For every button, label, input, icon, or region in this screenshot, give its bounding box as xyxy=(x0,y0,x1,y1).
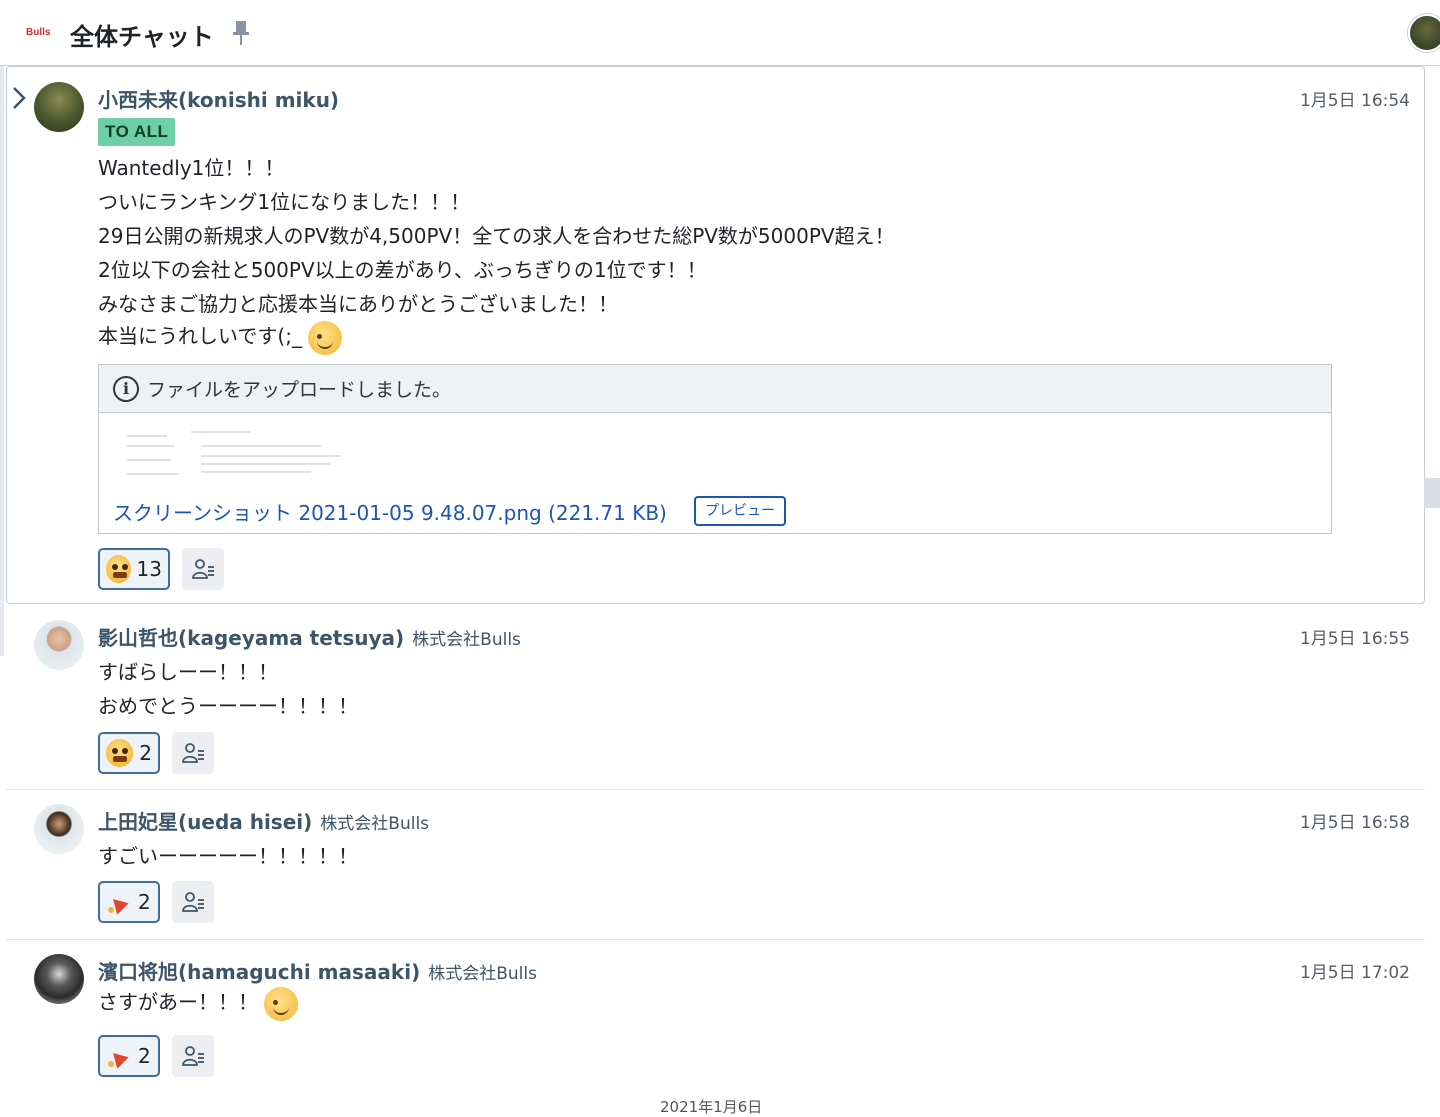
info-icon xyxy=(113,375,139,402)
message-text: Wantedly1位！！！ xyxy=(98,156,285,180)
scrollbar-thumb[interactable] xyxy=(1424,478,1440,508)
company-name: 株式会社Bulls xyxy=(428,964,537,984)
message-text: ついにランキング1位になりました！！！ xyxy=(98,190,471,214)
party-popper-icon xyxy=(106,889,132,915)
message-text-last: さすがあー！！！ xyxy=(98,986,299,1021)
pin-icon[interactable] xyxy=(230,19,252,47)
file-notice: ファイルをアップロードしました。 xyxy=(99,365,1331,413)
grin-emoji-icon xyxy=(106,555,131,583)
company-name: 株式会社Bulls xyxy=(320,814,430,834)
chat-header: Bulls 全体チャット xyxy=(0,0,1440,66)
message-text: おめでとうーーーー！！！！ xyxy=(98,694,358,718)
user-list-icon xyxy=(182,1046,204,1066)
message-divider xyxy=(6,789,1425,790)
message-time: 1月5日 16:58 xyxy=(1299,813,1410,833)
author-name[interactable]: 濱口将旭(hamaguchi masaaki) 株式会社Bulls xyxy=(98,956,537,985)
message-text: 本当にうれしいです(;_ xyxy=(98,324,302,348)
message-text: さすがあー！！！ xyxy=(98,990,258,1014)
message-text: みなさまご協力と応援本当にありがとうございました！！ xyxy=(98,292,618,316)
avatar[interactable] xyxy=(34,620,84,670)
author-name-text[interactable]: 上田妃星(ueda hisei) xyxy=(98,810,312,834)
company-name: 株式会社Bulls xyxy=(412,630,521,650)
author-name[interactable]: 影山哲也(kageyama tetsuya) 株式会社Bulls xyxy=(98,622,521,651)
preview-button[interactable]: プレビュー xyxy=(694,496,786,526)
message-time: 1月5日 17:02 xyxy=(1299,963,1410,983)
reaction-button[interactable]: 2 xyxy=(98,732,160,774)
message-text: すごいーーーーー！！！！！ xyxy=(98,844,358,868)
wink-emoji-icon xyxy=(308,320,343,355)
message-text: すばらしーー！！！ xyxy=(98,660,278,684)
grin-emoji-icon xyxy=(264,986,299,1021)
file-notice-text: ファイルをアップロードしました。 xyxy=(147,379,452,401)
user-list-icon xyxy=(192,559,214,579)
author-name-text[interactable]: 影山哲也(kageyama tetsuya) xyxy=(98,626,404,650)
reaction-count: 2 xyxy=(138,890,151,914)
author-name[interactable]: 小西未来(konishi miku) xyxy=(98,84,339,113)
crying-emoji-icon xyxy=(106,739,134,767)
avatar[interactable] xyxy=(34,804,84,854)
reaction-count: 13 xyxy=(136,557,162,581)
avatar[interactable] xyxy=(34,954,84,1004)
file-link[interactable]: スクリーンショット 2021-01-05 9.48.07.png (221.71… xyxy=(113,497,667,526)
reaction-count: 2 xyxy=(139,741,152,765)
author-name[interactable]: 上田妃星(ueda hisei) 株式会社Bulls xyxy=(98,806,429,835)
user-list-icon xyxy=(182,892,204,912)
file-thumbnail[interactable] xyxy=(121,429,353,489)
avatar[interactable] xyxy=(34,82,84,132)
message-time: 1月5日 16:55 xyxy=(1299,629,1410,649)
reaction-button[interactable]: 2 xyxy=(98,881,160,923)
date-separator: 2021年1月6日 xyxy=(660,1098,763,1116)
party-popper-icon xyxy=(106,1043,132,1069)
user-avatar[interactable] xyxy=(1408,14,1440,52)
message-text: 2位以下の会社と500PV以上の差があり、ぶっちぎりの1位です！！ xyxy=(98,258,707,282)
reaction-button[interactable]: 13 xyxy=(98,548,170,590)
to-all-badge: TO ALL xyxy=(98,118,176,146)
thread-rule xyxy=(0,66,4,656)
reaction-count: 2 xyxy=(138,1044,151,1068)
page-title: 全体チャット xyxy=(70,23,214,51)
reaction-users-button[interactable] xyxy=(172,881,214,923)
reaction-users-button[interactable] xyxy=(182,548,224,590)
reaction-button[interactable]: 2 xyxy=(98,1035,160,1077)
chevron-right-icon[interactable] xyxy=(10,85,28,111)
reaction-users-button[interactable] xyxy=(172,1035,214,1077)
message-time: 1月5日 16:54 xyxy=(1299,91,1410,111)
message-text-last: 本当にうれしいです(;_ xyxy=(98,320,343,355)
file-attachment: ファイルをアップロードしました。 スクリーンショット 2021-01-05 9.… xyxy=(98,364,1332,534)
brand-logo[interactable]: Bulls xyxy=(26,27,50,38)
message-text: 29日公開の新規求人のPV数が4,500PV！全ての求人を合わせた総PV数が50… xyxy=(98,224,895,248)
author-name-text[interactable]: 濱口将旭(hamaguchi masaaki) xyxy=(98,960,420,984)
reaction-users-button[interactable] xyxy=(172,732,214,774)
message-divider xyxy=(6,939,1425,940)
user-list-icon xyxy=(182,743,204,763)
